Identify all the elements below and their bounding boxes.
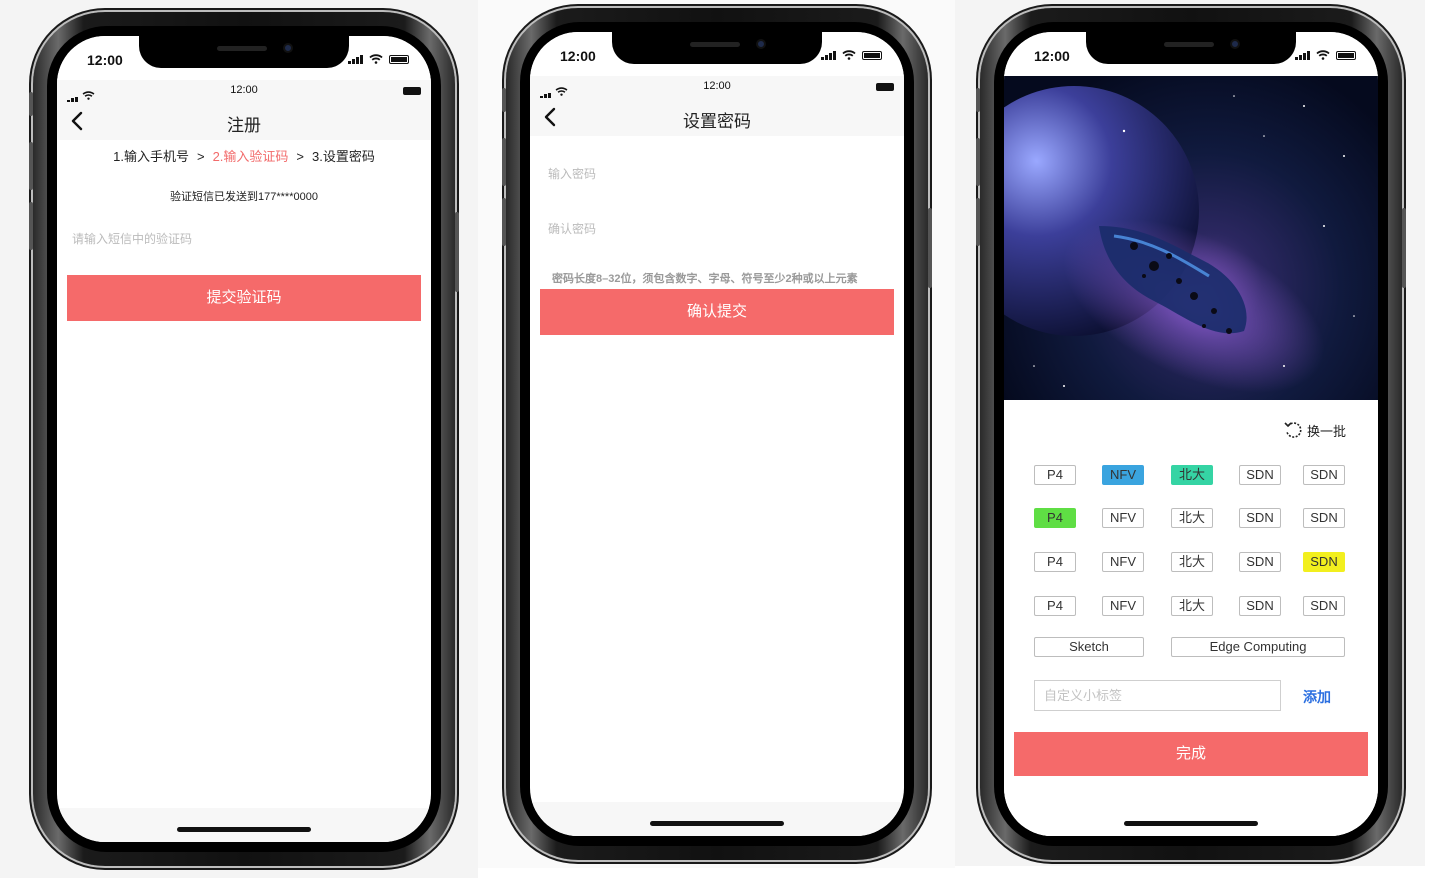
side-button — [455, 212, 459, 292]
home-indicator — [1124, 821, 1258, 826]
step-3: 3.设置密码 — [312, 149, 375, 164]
side-button — [29, 202, 33, 250]
battery-icon — [403, 87, 421, 95]
app-status-time: 12:00 — [230, 84, 258, 96]
battery-icon — [389, 55, 409, 64]
screen: 12:00 换一批 P4 NFV 北大 SDN SDN P4 NFV 北大 SD… — [1004, 32, 1378, 836]
done-button[interactable]: 完成 — [1014, 732, 1368, 776]
page-title: 设置密码 — [683, 112, 751, 131]
wifi-icon — [369, 54, 383, 64]
tag-item[interactable]: 北大 — [1171, 508, 1213, 528]
tag-item[interactable]: NFV — [1102, 465, 1144, 485]
notch — [1086, 32, 1296, 64]
confirm-password-input[interactable]: 确认密码 — [548, 220, 889, 237]
side-button — [928, 208, 932, 288]
screen: 12:00 12:00 注册 1.输入手机号 >2.输入验证码 >3.设置密码 验证… — [57, 36, 431, 842]
custom-tag-input[interactable]: 自定义小标签 — [1034, 680, 1281, 711]
navigation-bar: 注册 — [57, 102, 431, 140]
tag-item[interactable]: P4 — [1034, 508, 1076, 528]
tag-selection-panel: 换一批 P4 NFV 北大 SDN SDN P4 NFV 北大 SDN SDN P4 NFV 北大 SDN… — [1004, 400, 1378, 836]
tag-item[interactable]: 北大 — [1171, 465, 1213, 485]
status-time: 12:00 — [87, 52, 123, 68]
tag-edge-computing[interactable]: Edge Computing — [1171, 637, 1345, 657]
step-indicator: 1.输入手机号 >2.输入验证码 >3.设置密码 — [57, 146, 431, 165]
tag-item[interactable]: NFV — [1102, 552, 1144, 572]
password-rule-hint: 密码长度8–32位，须包含数字、字母、符号至少2种或以上元素 — [552, 273, 858, 285]
home-indicator-area — [1004, 802, 1378, 836]
front-camera — [756, 39, 766, 49]
navigation-bar: 设置密码 — [530, 98, 904, 136]
tag-item[interactable]: P4 — [1034, 465, 1076, 485]
side-button — [502, 88, 506, 112]
phone-frame-tags: 12:00 换一批 P4 NFV 北大 SDN SDN P4 NFV 北大 SD… — [976, 8, 1406, 860]
home-indicator-area — [57, 808, 431, 842]
tag-item[interactable]: SDN — [1303, 508, 1345, 528]
notch — [139, 36, 349, 68]
status-time: 12:00 — [1034, 48, 1070, 64]
speaker — [217, 46, 267, 51]
tag-item[interactable]: NFV — [1102, 596, 1144, 616]
cellular-signal-icon — [348, 55, 363, 64]
speaker — [690, 42, 740, 47]
side-button — [29, 92, 33, 116]
tag-item[interactable]: SDN — [1239, 508, 1281, 528]
sms-sent-note: 验证短信已发送到177****0000 — [170, 191, 318, 203]
confirm-submit-button[interactable]: 确认提交 — [540, 289, 894, 335]
side-button — [976, 88, 980, 112]
step-separator: > — [296, 149, 305, 164]
refresh-batch-button[interactable]: 换一批 — [1283, 420, 1346, 440]
tag-item[interactable]: SDN — [1303, 465, 1345, 485]
wifi-icon — [1316, 50, 1330, 60]
front-camera — [1230, 39, 1240, 49]
submit-code-button[interactable]: 提交验证码 — [67, 275, 421, 321]
tag-item[interactable]: P4 — [1034, 596, 1076, 616]
home-indicator — [177, 827, 311, 832]
side-button — [502, 138, 506, 186]
side-button — [502, 198, 506, 246]
home-indicator-area — [530, 802, 904, 836]
tag-item[interactable]: P4 — [1034, 552, 1076, 572]
page-title: 注册 — [227, 116, 261, 135]
front-camera — [283, 43, 293, 53]
home-indicator — [650, 821, 784, 826]
cellular-signal-icon — [821, 51, 836, 60]
side-button — [976, 198, 980, 246]
refresh-icon — [1284, 422, 1302, 438]
tag-item[interactable]: NFV — [1102, 508, 1144, 528]
screen: 12:00 12:00 设置密码 输入密码 确认密码 密码长度8–32位，须包含… — [530, 32, 904, 836]
app-status-bar: 12:00 — [57, 80, 431, 105]
password-input[interactable]: 输入密码 — [548, 165, 889, 182]
tag-item[interactable]: SDN — [1239, 552, 1281, 572]
side-button — [976, 138, 980, 186]
step-separator: > — [196, 149, 205, 164]
tag-item[interactable]: 北大 — [1171, 552, 1213, 572]
battery-icon — [862, 51, 882, 60]
cellular-signal-icon — [1295, 51, 1310, 60]
tag-item[interactable]: SDN — [1303, 552, 1345, 572]
wifi-icon — [842, 50, 856, 60]
battery-icon — [876, 83, 894, 91]
step-1: 1.输入手机号 — [113, 149, 189, 164]
tag-sketch[interactable]: Sketch — [1034, 637, 1144, 657]
tag-item[interactable]: SDN — [1239, 596, 1281, 616]
phone-frame-set-password: 12:00 12:00 设置密码 输入密码 确认密码 密码长度8–32位，须包含… — [502, 8, 932, 860]
side-button — [29, 142, 33, 190]
phone-frame-register-code: 12:00 12:00 注册 1.输入手机号 >2.输入验证码 >3.设置密码 验证… — [29, 12, 459, 866]
status-time: 12:00 — [560, 48, 596, 64]
step-2-active: 2.输入验证码 — [212, 149, 289, 164]
verification-code-input[interactable]: 请输入短信中的验证码 — [72, 230, 416, 247]
tag-item[interactable]: SDN — [1239, 465, 1281, 485]
add-tag-button[interactable]: 添加 — [1303, 687, 1331, 707]
tag-item[interactable]: SDN — [1303, 596, 1345, 616]
tag-item[interactable]: 北大 — [1171, 596, 1213, 616]
battery-icon — [1336, 51, 1356, 60]
speaker — [1164, 42, 1214, 47]
refresh-label: 换一批 — [1306, 423, 1346, 439]
space-banner-image — [1004, 76, 1378, 400]
app-status-time: 12:00 — [703, 80, 731, 92]
app-status-bar: 12:00 — [530, 76, 904, 101]
notch — [612, 32, 822, 64]
side-button — [1402, 208, 1406, 288]
